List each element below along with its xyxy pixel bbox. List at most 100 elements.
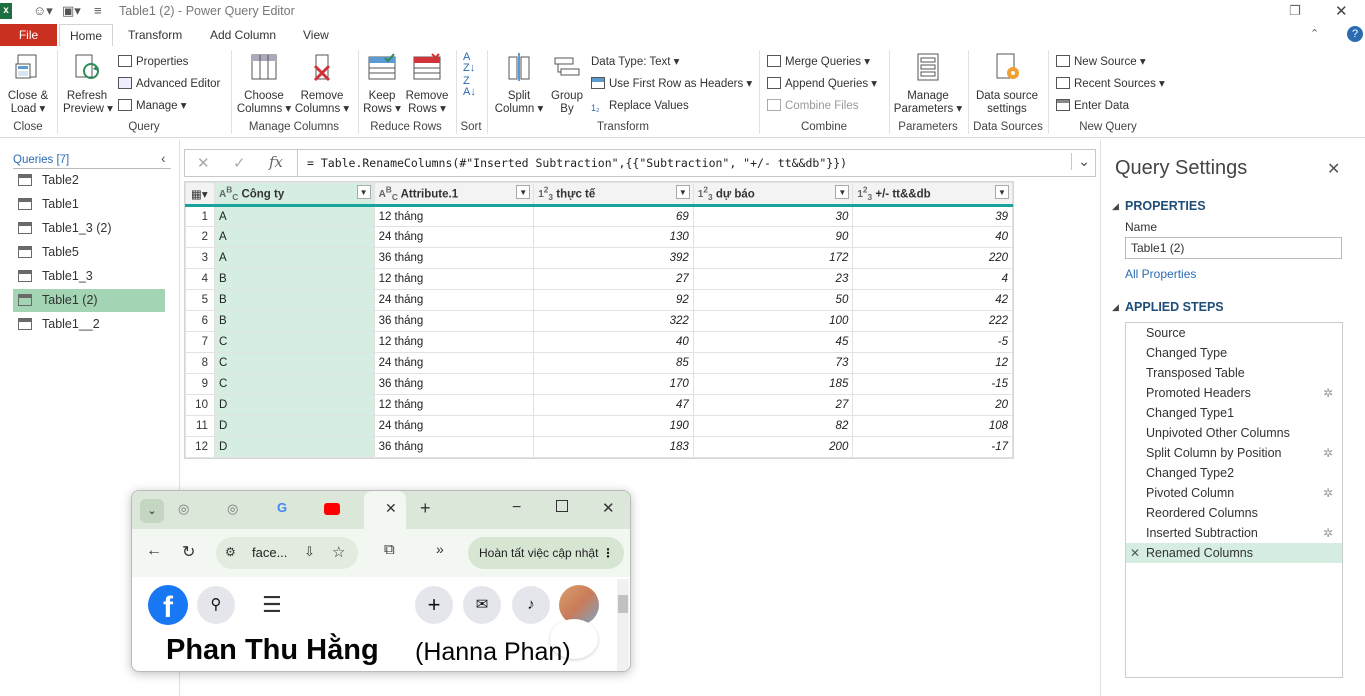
close-tab-icon[interactable]: ✕ — [385, 500, 397, 517]
browser-tab-icon[interactable]: ◎ — [178, 501, 189, 517]
table-cell[interactable]: 108 — [852, 415, 1013, 437]
step-settings-gear-icon[interactable]: ✲ — [1323, 486, 1333, 500]
query-item[interactable]: Table1 — [13, 193, 165, 216]
refresh-preview-button[interactable]: Refresh Preview ▾ — [63, 52, 113, 116]
table-menu-icon[interactable]: ▦▾ — [185, 182, 215, 207]
maximize-icon[interactable] — [556, 500, 568, 512]
first-row-headers-button[interactable]: Use First Row as Headers ▾ — [591, 75, 752, 93]
tab-file[interactable]: File — [0, 24, 57, 46]
data-type-dropdown[interactable]: Data Type: Text ▾ — [591, 53, 679, 71]
table-cell[interactable]: C — [213, 352, 375, 374]
applied-step[interactable]: Reordered Columns — [1146, 506, 1258, 520]
extensions-icon[interactable]: ⧉ — [384, 541, 395, 558]
table-cell[interactable]: -17 — [852, 436, 1013, 458]
fb-search-icon[interactable]: ⚲ — [197, 586, 235, 624]
query-item[interactable]: Table5 — [13, 241, 165, 264]
collapse-ribbon-icon[interactable]: ⌃ — [1310, 27, 1319, 40]
close-browser-icon[interactable]: ✕ — [602, 499, 615, 517]
manage-parameters-button[interactable]: Manage Parameters ▾ — [893, 52, 963, 116]
applied-step[interactable]: Promoted Headers — [1146, 386, 1251, 400]
table-cell[interactable]: 24 tháng — [373, 289, 535, 311]
address-bar[interactable]: ⚙ face... ⇩ ☆ — [216, 537, 358, 569]
smiley-icon[interactable]: ☺▾ — [33, 3, 53, 19]
formula-input[interactable]: = Table.RenameColumns(#"Inserted Subtrac… — [307, 156, 847, 170]
site-info-icon[interactable]: ⚙ — [225, 545, 236, 559]
table-cell[interactable]: 172 — [692, 247, 854, 269]
table-cell[interactable]: 183 — [533, 436, 694, 458]
append-queries-button[interactable]: Append Queries ▾ — [767, 75, 877, 93]
table-cell[interactable]: 200 — [692, 436, 854, 458]
table-cell[interactable]: 50 — [692, 289, 854, 311]
query-item[interactable]: Table2 — [13, 169, 165, 192]
table-cell[interactable]: 73 — [692, 352, 854, 374]
choose-columns-button[interactable]: Choose Columns ▾ — [236, 52, 292, 116]
table-cell[interactable]: A — [213, 205, 375, 227]
step-settings-gear-icon[interactable]: ✲ — [1323, 386, 1333, 400]
column-header[interactable]: 123 thực tế ▼ — [533, 182, 694, 207]
install-app-icon[interactable]: ⇩ — [304, 544, 315, 560]
table-cell[interactable]: 12 tháng — [373, 394, 535, 416]
tab-home[interactable]: Home — [59, 24, 114, 46]
minimize-icon[interactable]: − — [512, 499, 521, 517]
remove-columns-button[interactable]: Remove Columns ▾ — [293, 52, 351, 116]
table-cell[interactable]: D — [213, 394, 375, 416]
filter-dropdown-icon[interactable]: ▼ — [835, 184, 850, 199]
table-cell[interactable]: 24 tháng — [373, 226, 535, 248]
close-load-button[interactable]: Close & Load ▾ — [6, 52, 50, 116]
table-cell[interactable]: 24 tháng — [373, 352, 535, 374]
notifications-icon[interactable]: ♪ — [512, 586, 550, 624]
table-cell[interactable]: 185 — [692, 373, 854, 395]
table-cell[interactable]: 36 tháng — [373, 310, 535, 332]
messenger-icon[interactable]: ✉ — [463, 586, 501, 624]
advanced-editor-button[interactable]: Advanced Editor — [118, 75, 220, 93]
customize-toolbar-icon[interactable]: ≡ — [94, 3, 102, 18]
query-item[interactable]: Table1__2 — [13, 313, 165, 336]
query-item[interactable]: Table1_3 (2) — [13, 217, 165, 240]
confirm-formula-icon[interactable]: ✓ — [233, 154, 246, 172]
applied-step[interactable]: Changed Type1 — [1146, 406, 1234, 420]
recent-sources-button[interactable]: Recent Sources ▾ — [1056, 75, 1165, 93]
table-cell[interactable]: 40 — [852, 226, 1013, 248]
table-cell[interactable]: 30 — [692, 205, 854, 227]
step-settings-gear-icon[interactable]: ✲ — [1323, 526, 1333, 540]
bookmark-star-icon[interactable]: ☆ — [332, 543, 345, 561]
table-cell[interactable]: 90 — [692, 226, 854, 248]
fb-create-icon[interactable]: + — [415, 586, 453, 624]
applied-step[interactable]: Changed Type2 — [1146, 466, 1234, 480]
delete-step-icon[interactable]: ✕ — [1130, 546, 1140, 560]
table-cell[interactable]: 190 — [533, 415, 694, 437]
expand-formula-icon[interactable]: ⌄ — [1071, 153, 1090, 170]
reload-icon[interactable]: ↻ — [182, 542, 195, 562]
function-icon[interactable]: fx — [269, 153, 283, 171]
filter-dropdown-icon[interactable]: ▼ — [675, 184, 690, 199]
table-cell[interactable]: 12 tháng — [373, 268, 535, 290]
update-button[interactable]: Hoàn tất việc cập nhật ⋮ — [468, 537, 624, 569]
tab-transform[interactable]: Transform — [118, 24, 192, 46]
combine-files-button[interactable]: Combine Files — [767, 97, 859, 115]
back-icon[interactable]: ← — [146, 542, 162, 560]
table-cell[interactable]: C — [213, 373, 375, 395]
tab-add-column[interactable]: Add Column — [200, 24, 286, 46]
enter-data-button[interactable]: Enter Data — [1056, 97, 1129, 115]
properties-button[interactable]: Properties — [118, 53, 188, 71]
table-cell[interactable]: C — [213, 331, 375, 353]
data-source-settings-button[interactable]: Data source settings — [972, 52, 1042, 116]
tab-search-icon[interactable]: ⌄ — [140, 499, 164, 523]
table-cell[interactable]: -5 — [852, 331, 1013, 353]
table-cell[interactable]: A — [213, 247, 375, 269]
filter-dropdown-icon[interactable]: ▼ — [516, 184, 531, 199]
table-cell[interactable]: D — [213, 436, 375, 458]
table-cell[interactable]: 47 — [533, 394, 694, 416]
collapse-pane-icon[interactable]: ‹ — [161, 150, 166, 166]
table-cell[interactable]: B — [213, 289, 375, 311]
table-cell[interactable]: 39 — [852, 205, 1013, 227]
table-cell[interactable]: 36 tháng — [373, 436, 535, 458]
table-cell[interactable]: 12 — [852, 352, 1013, 374]
query-item-selected[interactable]: Table1 (2) — [13, 289, 165, 312]
group-by-button[interactable]: Group By — [548, 52, 586, 116]
table-cell[interactable]: 27 — [692, 394, 854, 416]
applied-step[interactable]: Pivoted Column — [1146, 486, 1234, 500]
scrollbar-thumb[interactable] — [618, 595, 628, 613]
new-tab-icon[interactable]: + — [420, 498, 431, 519]
menu-dots-icon[interactable]: ⋮ — [602, 537, 614, 569]
